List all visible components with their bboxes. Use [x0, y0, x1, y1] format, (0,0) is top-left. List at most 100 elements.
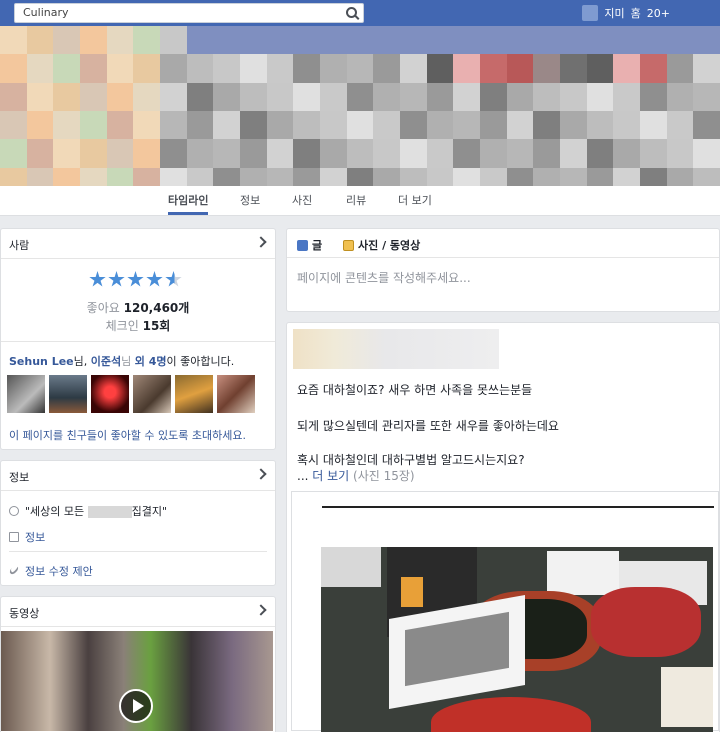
cover-tile	[0, 139, 27, 168]
cover-tile	[453, 82, 480, 111]
check-icon	[8, 563, 20, 576]
cover-tile	[399, 139, 427, 168]
info-card-header[interactable]: 정보	[1, 461, 275, 491]
composer-input[interactable]: 페이지에 콘텐츠를 작성해주세요...	[297, 269, 471, 286]
friend-avatar[interactable]	[217, 375, 255, 413]
cover-tile	[693, 26, 720, 55]
cover-tile	[586, 111, 614, 140]
info-link-row: 정보	[9, 529, 45, 545]
chevron-right-icon[interactable]	[255, 604, 267, 616]
likes-count: 좋아요 120,460개	[1, 299, 275, 316]
friend-avatar[interactable]	[175, 375, 213, 413]
search-text: Culinary	[23, 6, 69, 19]
cover-tile	[586, 139, 614, 168]
cover-tile	[53, 54, 80, 83]
friends-more-link[interactable]: 외 4명	[135, 355, 167, 368]
friend-avatar[interactable]	[49, 375, 87, 413]
search-input[interactable]: Culinary	[14, 3, 364, 23]
post-line: 혹시 대하철인데 대하구별법 알고드시는지요?	[297, 453, 525, 467]
people-card: 사람 좋아요 120,460개 체크인 15회 Sehun Lee님, 이준석님…	[0, 228, 276, 450]
cover-tile	[79, 54, 107, 83]
video-card-header[interactable]: 동영상	[1, 597, 275, 627]
friends-suffix: 님,	[73, 355, 91, 368]
people-card-header[interactable]: 사람	[1, 229, 275, 259]
divider	[1, 341, 275, 342]
user-name[interactable]: 지미	[604, 5, 624, 21]
pencil-icon	[297, 239, 308, 251]
cover-tile	[0, 82, 27, 111]
cover-tile	[319, 111, 347, 140]
friend-link[interactable]: 이준석	[91, 355, 121, 368]
post-more-prefix: ...	[297, 469, 313, 483]
user-area: 지미 홈 20+	[582, 0, 670, 26]
likes-value: 120,460개	[123, 301, 190, 315]
notification-badge[interactable]: 20+	[647, 7, 670, 20]
book-icon	[9, 532, 19, 542]
cover-tile	[426, 139, 454, 168]
cover-tile	[586, 26, 614, 55]
cover-tile	[159, 82, 187, 111]
cover-tile	[586, 82, 614, 111]
cover-tile	[373, 82, 400, 111]
composer-tab-photo[interactable]: 사진 / 동영상	[343, 237, 420, 253]
post-photo[interactable]	[321, 547, 713, 732]
play-icon[interactable]	[119, 689, 153, 723]
cover-tile	[106, 82, 134, 111]
photo-count: (사진 15장)	[353, 469, 415, 483]
tab-photos[interactable]: 사진	[292, 192, 312, 208]
composer-tab-post[interactable]: 글	[297, 237, 322, 253]
info-card: 정보 "세상의 모든 집결지" 정보 정보 수정 제안	[0, 460, 276, 586]
tab-more[interactable]: 더 보기	[398, 192, 432, 208]
chevron-right-icon[interactable]	[255, 468, 267, 480]
cover-tile	[666, 26, 694, 55]
checkins-count: 체크인 15회	[1, 317, 275, 334]
cover-tile	[266, 26, 294, 55]
cover-tile	[533, 82, 560, 111]
friend-link[interactable]: Sehun Lee	[9, 355, 74, 368]
info-card-title: 정보	[9, 471, 30, 484]
divider	[287, 257, 719, 258]
invite-friends-link[interactable]: 이 페이지를 친구들이 좋아할 수 있도록 초대하세요.	[9, 427, 246, 443]
cover-tile	[399, 26, 427, 55]
blurred-text	[87, 506, 132, 518]
chevron-right-icon[interactable]	[255, 236, 267, 248]
photo-divider	[322, 506, 714, 508]
people-card-title: 사람	[9, 239, 30, 252]
cover-tile	[453, 111, 480, 140]
cover-tile	[346, 26, 374, 55]
info-link[interactable]: 정보	[25, 529, 45, 545]
cover-tile	[639, 54, 667, 83]
friend-avatar[interactable]	[7, 375, 45, 413]
tab-info[interactable]: 정보	[240, 192, 260, 208]
cover-tile	[79, 139, 107, 168]
cover-tile	[666, 111, 694, 140]
cover-tile	[613, 111, 640, 140]
tab-timeline[interactable]: 타임라인	[168, 192, 209, 215]
cover-tile	[133, 26, 160, 55]
cover-tile	[266, 111, 294, 140]
cover-tile	[213, 82, 240, 111]
suggest-edit-link[interactable]: 정보 수정 제안	[25, 563, 93, 579]
friend-avatar[interactable]	[133, 375, 171, 413]
friend-avatar[interactable]	[91, 375, 129, 413]
cover-tile	[239, 139, 267, 168]
tab-reviews[interactable]: 리뷰	[346, 192, 366, 208]
home-link[interactable]: 홈	[631, 5, 641, 21]
cover-tile	[319, 82, 347, 111]
page-tabs: 타임라인 정보 사진 리뷰 더 보기	[0, 186, 720, 216]
search-icon[interactable]	[346, 7, 357, 18]
see-more-link[interactable]: 더 보기	[312, 469, 349, 483]
cover-tile	[613, 82, 640, 111]
cover-tile	[506, 139, 534, 168]
cover-tile	[293, 26, 320, 55]
video-thumbnail[interactable]	[1, 631, 273, 731]
cover-tile	[213, 54, 240, 83]
video-card-title: 동영상	[9, 607, 40, 620]
avatar[interactable]	[582, 5, 599, 21]
cover-tile	[693, 111, 720, 140]
tagline-text: "세상의 모든 집결지"	[25, 503, 167, 519]
cover-tile	[479, 139, 507, 168]
cover-tile	[293, 54, 320, 83]
cover-tile	[559, 111, 587, 140]
cover-tile	[186, 54, 214, 83]
